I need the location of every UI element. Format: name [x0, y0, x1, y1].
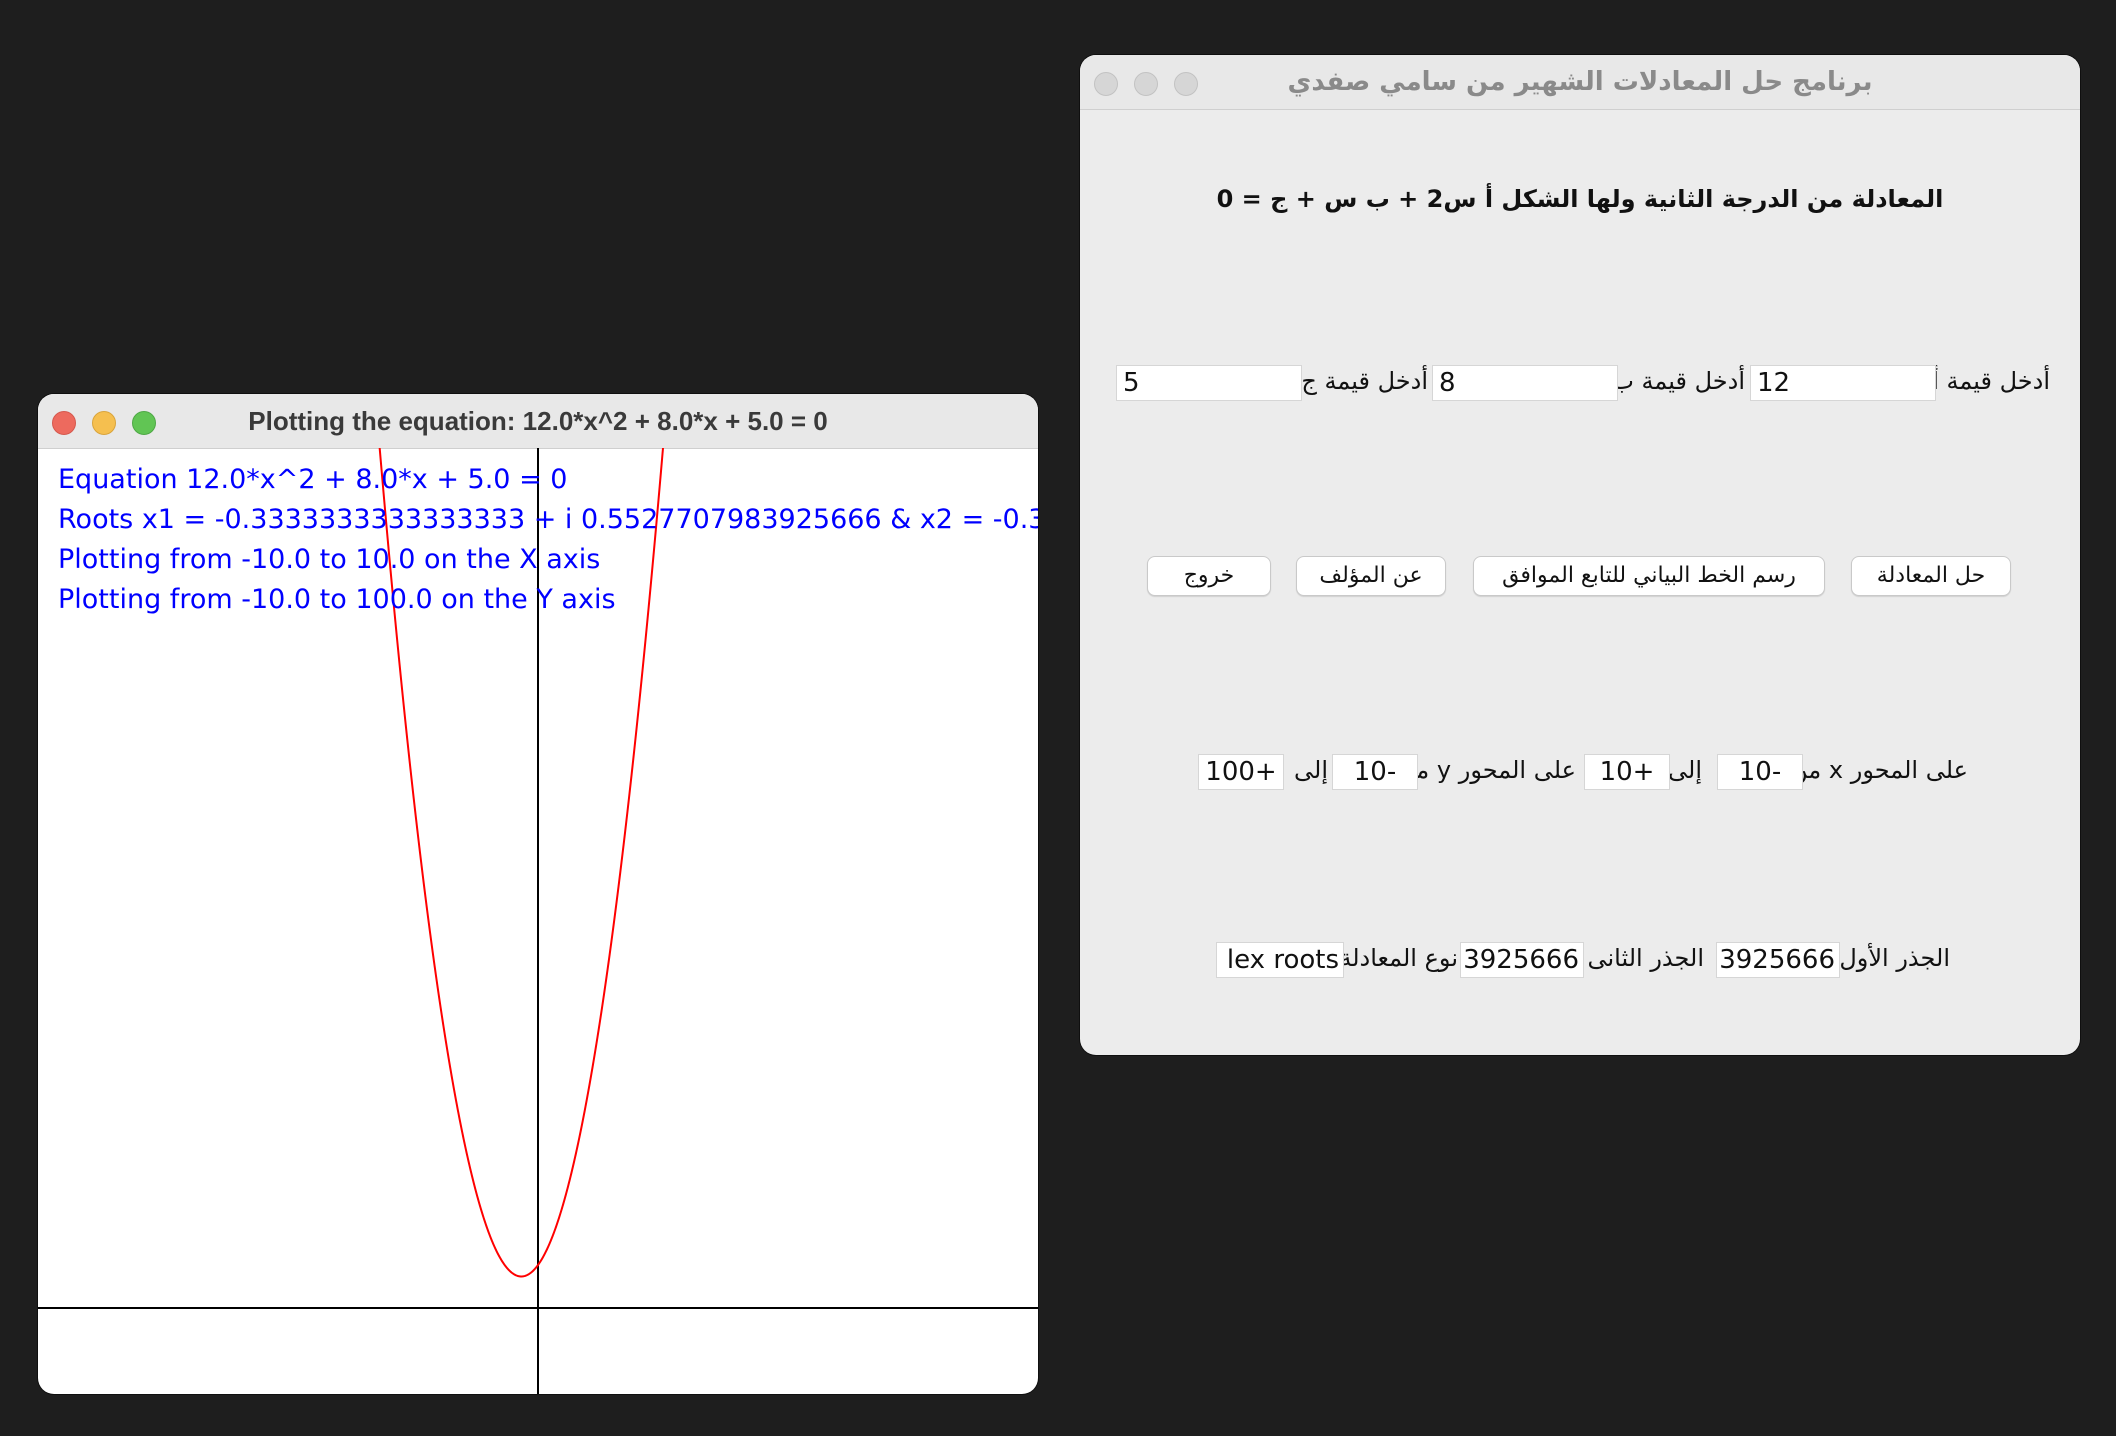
solver-window-title: برنامج حل المعادلات الشهير من سامي صفدي — [1287, 67, 1873, 97]
roots-text: Roots x1 = -0.3333333333333333 + i 0.552… — [58, 504, 1038, 535]
about-button[interactable]: عن المؤلف — [1296, 556, 1446, 596]
plot-window: Plotting the equation: 12.0*x^2 + 8.0*x … — [38, 394, 1038, 1394]
b-label: أدخل قيمة ب — [1611, 367, 1745, 395]
c-label: أدخل قيمة ج — [1301, 367, 1428, 395]
plot-titlebar: Plotting the equation: 12.0*x^2 + 8.0*x … — [38, 394, 1038, 449]
y-from-input[interactable]: 10- — [1332, 754, 1418, 790]
root1-output: 3925666 — [1716, 942, 1840, 978]
a-input[interactable]: 12 — [1750, 365, 1936, 401]
b-input[interactable]: 8 — [1432, 365, 1618, 401]
equation-heading: المعادلة من الدرجة الثانية ولها الشكل أ … — [1216, 185, 1944, 213]
solver-window: برنامج حل المعادلات الشهير من سامي صفدي … — [1080, 55, 2080, 1055]
root2-output: 3925666 — [1460, 942, 1584, 978]
root2-label: الجذر الثانى — [1587, 944, 1704, 972]
solve-button[interactable]: حل المعادلة — [1851, 556, 2011, 596]
type-output: lex roots — [1216, 942, 1344, 978]
x-range-text: Plotting from -10.0 to 10.0 on the X axi… — [58, 544, 601, 575]
y-range-text: Plotting from -10.0 to 100.0 on the Y ax… — [58, 584, 616, 615]
y-from-label: على المحور y من — [1398, 756, 1576, 784]
root1-label: الجذر الأول — [1839, 944, 1950, 972]
plot-button[interactable]: رسم الخط البياني للتابع الموافق — [1473, 556, 1825, 596]
c-input[interactable]: 5 — [1116, 365, 1302, 401]
equation-text: Equation 12.0*x^2 + 8.0*x + 5.0 = 0 — [58, 464, 568, 495]
exit-button[interactable]: خروج — [1147, 556, 1271, 596]
x-from-input[interactable]: 10- — [1717, 754, 1803, 790]
type-label: نوع المعادلة — [1339, 944, 1458, 972]
y-to-label: إلى — [1294, 756, 1328, 784]
a-label: أدخل قيمة أ — [1932, 367, 2050, 395]
solver-titlebar: برنامج حل المعادلات الشهير من سامي صفدي — [1080, 55, 2080, 110]
y-to-input[interactable]: 100+ — [1198, 754, 1284, 790]
x-from-label: على المحور x من — [1790, 756, 1968, 784]
x-to-label: إلى — [1668, 756, 1702, 784]
x-to-input[interactable]: 10+ — [1584, 754, 1670, 790]
plot-window-title: Plotting the equation: 12.0*x^2 + 8.0*x … — [248, 406, 828, 436]
